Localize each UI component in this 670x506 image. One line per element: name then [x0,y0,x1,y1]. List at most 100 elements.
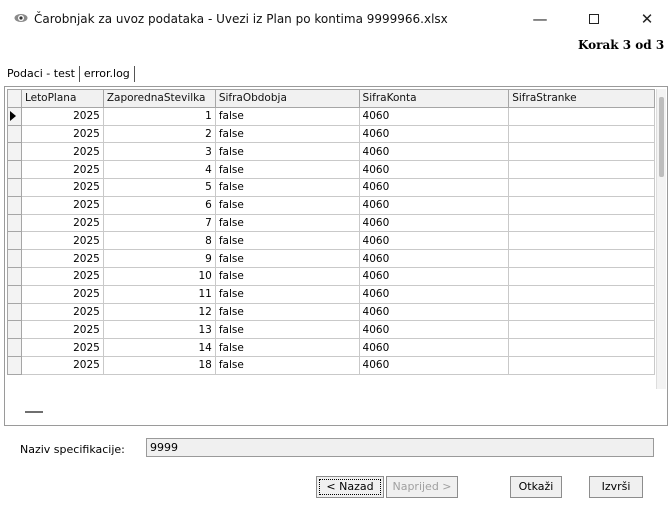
table-cell[interactable]: 4060 [358,142,510,162]
table-cell[interactable]: false [214,302,360,322]
row-selector[interactable] [7,213,22,233]
table-row[interactable]: 2025 13 false 4060 [7,320,655,340]
table-cell[interactable]: 9 [102,249,216,268]
table-cell[interactable]: 2025 [20,231,104,251]
table-cell[interactable]: 2025 [20,249,104,268]
row-selector[interactable] [7,142,22,162]
next-button[interactable]: Naprijed > [386,476,458,498]
column-header[interactable]: ZaporednaStevilka [102,89,216,108]
row-selector[interactable] [7,284,22,304]
table-cell[interactable] [508,355,655,375]
table-cell[interactable]: false [214,177,360,197]
table-cell[interactable]: false [214,231,360,251]
table-cell[interactable]: 2025 [20,284,104,304]
table-cell[interactable]: 10 [102,266,216,286]
table-cell[interactable]: 6 [102,195,216,215]
row-selector[interactable] [7,266,22,286]
table-cell[interactable]: 4060 [358,355,510,375]
table-cell[interactable]: 4060 [358,195,510,215]
table-cell[interactable] [508,320,655,340]
vertical-scrollbar[interactable] [656,89,666,389]
table-cell[interactable]: 4060 [358,284,510,304]
table-cell[interactable] [508,338,655,357]
table-cell[interactable]: 1 [102,106,216,126]
table-cell[interactable]: 2025 [20,124,104,144]
table-cell[interactable]: false [214,106,360,126]
table-cell[interactable]: 4060 [358,302,510,322]
table-cell[interactable]: 4060 [358,213,510,233]
table-cell[interactable] [508,142,655,162]
table-cell[interactable]: 4060 [358,338,510,357]
table-row[interactable]: 2025 1 false 4060 [7,106,655,126]
table-row[interactable]: 2025 6 false 4060 [7,195,655,215]
table-cell[interactable] [508,195,655,215]
minimize-button[interactable]: — [525,8,555,30]
row-selector[interactable] [7,177,22,197]
back-button[interactable]: < Nazad [316,476,384,498]
table-cell[interactable] [508,124,655,144]
row-selector[interactable] [7,124,22,144]
table-row[interactable]: 2025 9 false 4060 [7,249,655,268]
table-cell[interactable]: 4060 [358,177,510,197]
table-row[interactable]: 2025 10 false 4060 [7,266,655,286]
table-cell[interactable]: 7 [102,213,216,233]
table-cell[interactable]: 2025 [20,142,104,162]
table-cell[interactable] [508,177,655,197]
row-selector[interactable] [7,338,22,357]
table-cell[interactable]: false [214,266,360,286]
table-cell[interactable]: 2025 [20,266,104,286]
table-cell[interactable] [508,249,655,268]
table-cell[interactable]: 5 [102,177,216,197]
table-cell[interactable]: 4060 [358,106,510,126]
table-cell[interactable]: 12 [102,302,216,322]
table-cell[interactable]: 2025 [20,160,104,179]
table-cell[interactable]: 13 [102,320,216,340]
table-cell[interactable]: 2 [102,124,216,144]
table-cell[interactable]: false [214,338,360,357]
table-row[interactable]: 2025 2 false 4060 [7,124,655,144]
row-selector[interactable] [7,320,22,340]
table-cell[interactable]: 4060 [358,249,510,268]
table-cell[interactable] [508,160,655,179]
table-cell[interactable] [508,106,655,126]
table-row[interactable]: 2025 14 false 4060 [7,338,655,357]
table-cell[interactable]: 2025 [20,338,104,357]
finish-button[interactable]: Izvrši [589,476,643,498]
column-header[interactable]: SifraKonta [358,89,510,108]
column-header[interactable]: LetoPlana [20,89,104,108]
table-cell[interactable]: false [214,195,360,215]
row-selector[interactable] [7,355,22,375]
row-selector[interactable] [7,106,22,126]
table-cell[interactable]: 2025 [20,320,104,340]
data-grid[interactable]: LetoPlana ZaporednaStevilka SifraObdobja… [7,89,655,389]
table-cell[interactable]: false [214,213,360,233]
row-selector[interactable] [7,160,22,179]
table-cell[interactable]: 11 [102,284,216,304]
table-cell[interactable]: 14 [102,338,216,357]
table-cell[interactable]: 2025 [20,177,104,197]
table-cell[interactable]: 18 [102,355,216,375]
table-row[interactable]: 2025 8 false 4060 [7,231,655,251]
table-cell[interactable]: false [214,355,360,375]
table-row[interactable]: 2025 11 false 4060 [7,284,655,304]
tab-error-log[interactable]: error.log [80,64,134,84]
row-selector[interactable] [7,231,22,251]
spec-name-input[interactable] [146,438,654,457]
table-cell[interactable]: 2025 [20,355,104,375]
table-cell[interactable]: 2025 [20,106,104,126]
table-cell[interactable]: 4060 [358,124,510,144]
table-cell[interactable]: false [214,249,360,268]
table-cell[interactable]: false [214,142,360,162]
table-row[interactable]: 2025 7 false 4060 [7,213,655,233]
table-cell[interactable]: false [214,124,360,144]
table-cell[interactable]: false [214,320,360,340]
table-row[interactable]: 2025 5 false 4060 [7,177,655,197]
cancel-button[interactable]: Otkaži [510,476,562,498]
table-cell[interactable] [508,284,655,304]
table-cell[interactable]: 4 [102,160,216,179]
table-cell[interactable]: 4060 [358,160,510,179]
table-row[interactable]: 2025 3 false 4060 [7,142,655,162]
column-header[interactable]: SifraObdobja [214,89,360,108]
table-cell[interactable]: 4060 [358,320,510,340]
table-cell[interactable]: false [214,284,360,304]
